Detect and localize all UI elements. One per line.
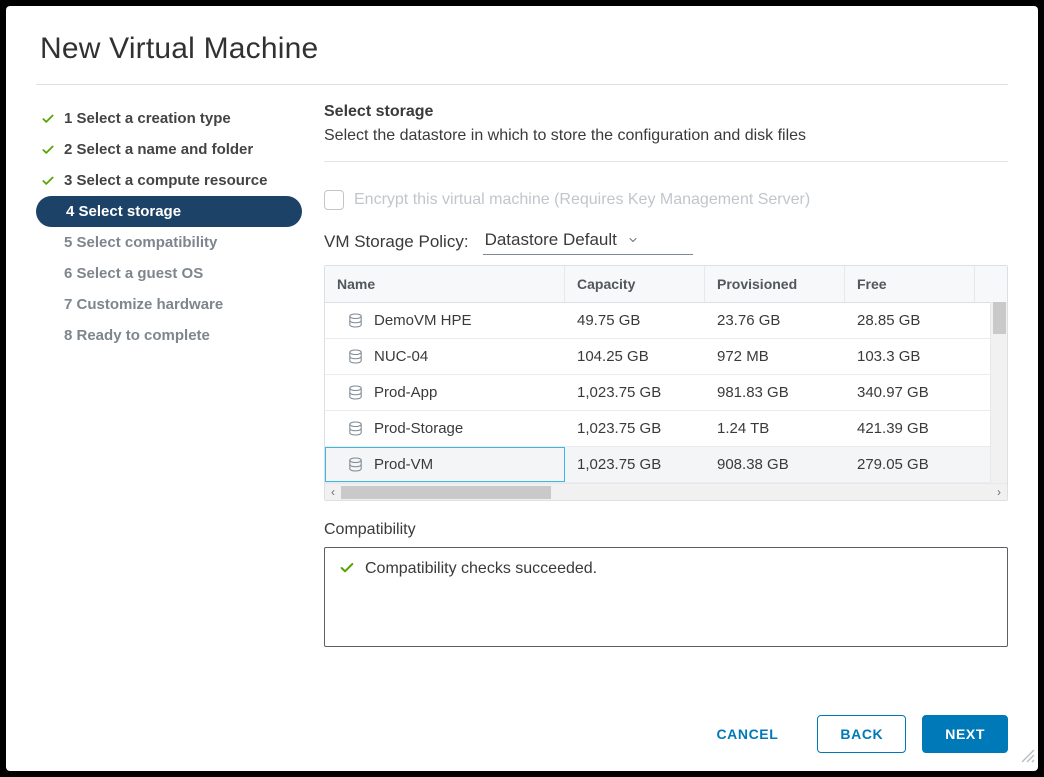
resize-handle-icon[interactable] — [1021, 749, 1035, 768]
scroll-right-arrow[interactable]: › — [991, 485, 1007, 499]
col-free[interactable]: Free — [845, 266, 975, 302]
step-label: 4 Select storage — [66, 203, 181, 220]
vertical-scrollbar[interactable] — [990, 302, 1007, 484]
step-label: 6 Select a guest OS — [64, 265, 203, 282]
datastore-name: Prod-VM — [374, 456, 433, 473]
col-name[interactable]: Name — [325, 266, 565, 302]
cell-capacity: 49.75 GB — [565, 303, 705, 338]
check-icon — [40, 143, 56, 157]
dialog-footer: CANCEL BACK NEXT — [36, 695, 1008, 771]
vm-storage-policy-row: VM Storage Policy: Datastore Default — [324, 228, 1008, 255]
datastore-name: Prod-App — [374, 384, 437, 401]
cell-name: DemoVM HPE — [325, 303, 565, 338]
table-row[interactable]: Prod-VM 1,023.75 GB908.38 GB279.05 GB — [325, 447, 1007, 483]
horizontal-scrollbar[interactable]: ‹ › — [325, 483, 1007, 500]
step-creation-type[interactable]: 1 Select a creation type — [36, 103, 302, 134]
table-body: DemoVM HPE49.75 GB23.76 GB28.85 GBNUC-04… — [325, 303, 1007, 483]
dialog-title: New Virtual Machine — [36, 6, 1008, 85]
dialog-body: 1 Select a creation type 2 Select a name… — [36, 85, 1008, 695]
datastore-icon — [347, 456, 364, 473]
table-row[interactable]: NUC-04 104.25 GB972 MB103.3 GB — [325, 339, 1007, 375]
step-label: 5 Select compatibility — [64, 234, 217, 251]
scroll-thumb[interactable] — [341, 486, 551, 499]
cell-provisioned: 1.24 TB — [705, 411, 845, 446]
step-compute-resource[interactable]: 3 Select a compute resource — [36, 165, 302, 196]
cell-capacity: 1,023.75 GB — [565, 375, 705, 410]
scroll-left-arrow[interactable]: ‹ — [325, 485, 341, 499]
encrypt-vm-row: Encrypt this virtual machine (Requires K… — [324, 190, 1008, 210]
cell-name: Prod-VM — [325, 447, 565, 482]
cell-name: Prod-App — [325, 375, 565, 410]
check-icon — [40, 112, 56, 126]
cell-free: 28.85 GB — [845, 303, 975, 338]
cell-free: 279.05 GB — [845, 447, 975, 482]
cell-free: 421.39 GB — [845, 411, 975, 446]
cell-provisioned: 981.83 GB — [705, 375, 845, 410]
step-customize-hardware: 7 Customize hardware — [36, 289, 302, 320]
vm-storage-policy-value: Datastore Default — [485, 230, 617, 250]
step-label: 3 Select a compute resource — [64, 172, 267, 189]
table-row[interactable]: Prod-Storage 1,023.75 GB1.24 TB421.39 GB — [325, 411, 1007, 447]
datastore-table: Name Capacity Provisioned Free DemoVM HP… — [324, 265, 1008, 501]
vm-storage-policy-label: VM Storage Policy: — [324, 232, 469, 252]
chevron-down-icon — [627, 234, 639, 246]
step-name-folder[interactable]: 2 Select a name and folder — [36, 134, 302, 165]
wizard-steps: 1 Select a creation type 2 Select a name… — [36, 103, 302, 695]
encrypt-vm-checkbox[interactable] — [324, 190, 344, 210]
step-label: 1 Select a creation type — [64, 110, 231, 127]
compatibility-message: Compatibility checks succeeded. — [365, 560, 597, 578]
vm-storage-policy-select[interactable]: Datastore Default — [483, 228, 693, 255]
step-compatibility: 5 Select compatibility — [36, 227, 302, 258]
cell-name: NUC-04 — [325, 339, 565, 374]
table-row[interactable]: Prod-App 1,023.75 GB981.83 GB340.97 GB — [325, 375, 1007, 411]
datastore-name: Prod-Storage — [374, 420, 463, 437]
col-provisioned[interactable]: Provisioned — [705, 266, 845, 302]
encrypt-vm-label: Encrypt this virtual machine (Requires K… — [354, 191, 810, 209]
cell-free: 103.3 GB — [845, 339, 975, 374]
step-guest-os: 6 Select a guest OS — [36, 258, 302, 289]
cell-name: Prod-Storage — [325, 411, 565, 446]
scroll-thumb[interactable] — [993, 302, 1006, 334]
step-ready-complete: 8 Ready to complete — [36, 320, 302, 351]
cell-provisioned: 23.76 GB — [705, 303, 845, 338]
table-row[interactable]: DemoVM HPE 49.75 GB23.76 GB28.85 GB — [325, 303, 1007, 339]
step-select-storage[interactable]: 4 Select storage — [36, 196, 302, 227]
datastore-name: NUC-04 — [374, 348, 428, 365]
datastore-icon — [347, 384, 364, 401]
check-icon — [40, 174, 56, 188]
cell-capacity: 104.25 GB — [565, 339, 705, 374]
cell-provisioned: 908.38 GB — [705, 447, 845, 482]
cell-capacity: 1,023.75 GB — [565, 447, 705, 482]
step-label: 2 Select a name and folder — [64, 141, 253, 158]
check-icon — [339, 560, 355, 581]
datastore-name: DemoVM HPE — [374, 312, 472, 329]
col-capacity[interactable]: Capacity — [565, 266, 705, 302]
scroll-track[interactable] — [341, 484, 991, 500]
datastore-icon — [347, 348, 364, 365]
compatibility-box: Compatibility checks succeeded. — [324, 547, 1008, 647]
datastore-icon — [347, 420, 364, 437]
cancel-button[interactable]: CANCEL — [693, 715, 801, 753]
compatibility-label: Compatibility — [324, 521, 1008, 539]
col-extra — [975, 274, 1007, 294]
section-subtitle: Select the datastore in which to store t… — [324, 127, 1008, 162]
cell-free: 340.97 GB — [845, 375, 975, 410]
new-vm-wizard-dialog: New Virtual Machine 1 Select a creation … — [6, 6, 1038, 771]
step-label: 7 Customize hardware — [64, 296, 223, 313]
step-label: 8 Ready to complete — [64, 327, 210, 344]
cell-provisioned: 972 MB — [705, 339, 845, 374]
back-button[interactable]: BACK — [817, 715, 906, 753]
next-button[interactable]: NEXT — [922, 715, 1008, 753]
wizard-content: Select storage Select the datastore in w… — [324, 103, 1008, 695]
table-header-row: Name Capacity Provisioned Free — [325, 266, 1007, 303]
section-title: Select storage — [324, 103, 1008, 121]
cell-capacity: 1,023.75 GB — [565, 411, 705, 446]
datastore-icon — [347, 312, 364, 329]
